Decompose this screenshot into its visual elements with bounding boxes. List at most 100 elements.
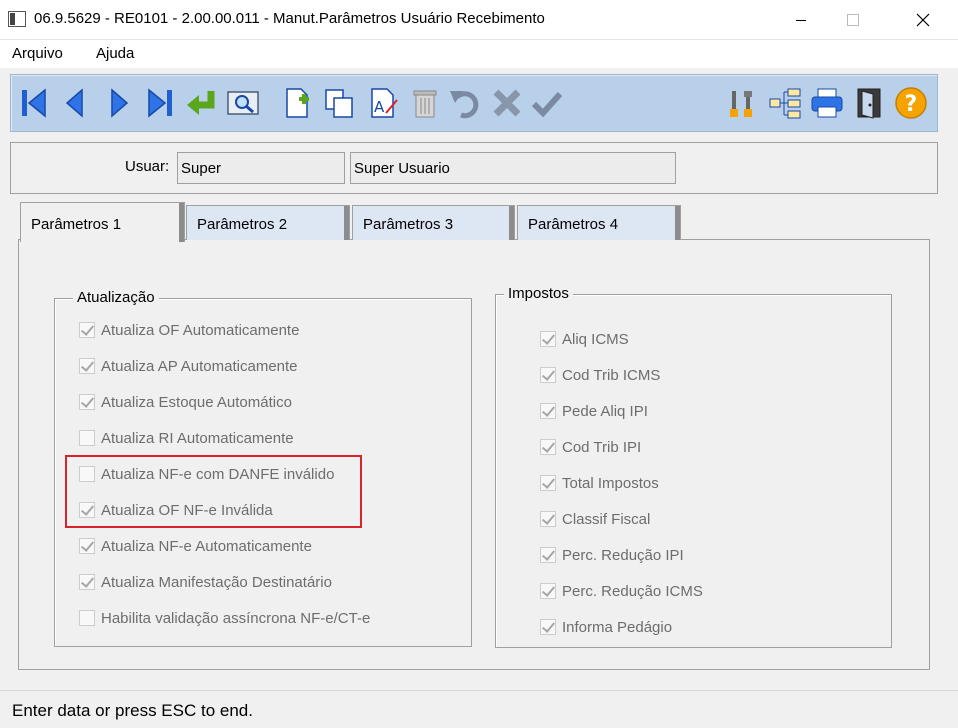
- checkbox-box[interactable]: [79, 430, 95, 446]
- tools-icon: [730, 91, 752, 117]
- tab-parametros-4[interactable]: Parâmetros 4: [517, 205, 681, 240]
- tab-parametros-1[interactable]: Parâmetros 1: [20, 202, 185, 242]
- checkbox-box[interactable]: [540, 439, 556, 455]
- minimize-icon: [796, 20, 806, 21]
- tab-label: Parâmetros 3: [363, 216, 454, 233]
- checkbox-atualiza-of[interactable]: Atualiza OF Automaticamente: [79, 320, 299, 340]
- maximize-button[interactable]: [822, 0, 884, 40]
- checkbox-label: Atualiza Manifestação Destinatário: [101, 573, 332, 591]
- checkbox-atualiza-estoque[interactable]: Atualiza Estoque Automático: [79, 392, 292, 412]
- exit-button[interactable]: [851, 85, 887, 121]
- tab-label: Parâmetros 2: [197, 216, 288, 233]
- checkbox-box[interactable]: [540, 583, 556, 599]
- close-button[interactable]: [892, 0, 954, 40]
- tools-button[interactable]: [723, 85, 759, 121]
- menu-ajuda[interactable]: Ajuda: [96, 45, 134, 62]
- checkbox-label: Cod Trib ICMS: [562, 366, 661, 384]
- menu-arquivo[interactable]: Arquivo: [12, 45, 63, 62]
- checkbox-box[interactable]: [540, 547, 556, 563]
- copy-button[interactable]: [321, 85, 357, 121]
- checkbox-box[interactable]: [79, 574, 95, 590]
- title-bar: 06.9.5629 - RE0101 - 2.00.00.011 - Manut…: [0, 0, 958, 40]
- checkbox-label: Informa Pedágio: [562, 618, 673, 636]
- next-record-button[interactable]: [101, 85, 137, 121]
- checkbox-label: Atualiza NF-e Automaticamente: [101, 537, 312, 555]
- copy-icon: [325, 89, 353, 118]
- checkbox-box[interactable]: [540, 367, 556, 383]
- checkbox-total-impostos[interactable]: Total Impostos: [540, 473, 659, 493]
- goto-button[interactable]: [183, 85, 219, 121]
- last-record-icon: [148, 88, 172, 118]
- first-record-button[interactable]: [17, 85, 53, 121]
- user-panel: Usuar: Super Super Usuario: [10, 142, 938, 194]
- checkbox-habilita-validacao[interactable]: Habilita validação assíncrona NF-e/CT-e: [79, 608, 370, 628]
- checkbox-box[interactable]: [79, 394, 95, 410]
- user-label: Usuar:: [125, 158, 170, 175]
- help-icon: ?: [895, 87, 927, 119]
- impostos-title: Impostos: [504, 285, 573, 302]
- checkbox-box[interactable]: [540, 619, 556, 635]
- checkbox-box[interactable]: [540, 403, 556, 419]
- search-icon: [227, 91, 259, 115]
- close-icon: [916, 13, 930, 27]
- checkbox-label: Aliq ICMS: [562, 330, 629, 348]
- checkbox-box[interactable]: [79, 322, 95, 338]
- checkbox-cod-trib-ipi[interactable]: Cod Trib IPI: [540, 437, 641, 457]
- svg-text:A: A: [374, 98, 385, 116]
- checkbox-informa-pedagio[interactable]: Informa Pedágio: [540, 617, 672, 637]
- print-icon: [811, 88, 843, 118]
- checkbox-label: Atualiza AP Automaticamente: [101, 357, 298, 375]
- tree-icon: [769, 88, 801, 119]
- undo-button[interactable]: [447, 85, 483, 121]
- checkbox-atualiza-ri[interactable]: Atualiza RI Automaticamente: [79, 428, 294, 448]
- delete-button[interactable]: [407, 85, 443, 121]
- checkbox-atualiza-nfe-auto[interactable]: Atualiza NF-e Automaticamente: [79, 536, 312, 556]
- checkbox-atualiza-ap[interactable]: Atualiza AP Automaticamente: [79, 356, 298, 376]
- checkbox-box[interactable]: [540, 475, 556, 491]
- checkbox-atualiza-manifestacao[interactable]: Atualiza Manifestação Destinatário: [79, 572, 332, 592]
- user-code-field[interactable]: Super: [177, 152, 345, 184]
- checkbox-pede-aliq-ipi[interactable]: Pede Aliq IPI: [540, 401, 648, 421]
- checkbox-box[interactable]: [79, 538, 95, 554]
- edit-button[interactable]: A: [365, 85, 401, 121]
- window-title: 06.9.5629 - RE0101 - 2.00.00.011 - Manut…: [34, 10, 545, 27]
- checkbox-classif-fiscal[interactable]: Classif Fiscal: [540, 509, 650, 529]
- tab-parametros-3[interactable]: Parâmetros 3: [352, 205, 515, 240]
- save-button[interactable]: [529, 85, 565, 121]
- checkbox-box[interactable]: [540, 511, 556, 527]
- goto-icon: [187, 91, 215, 115]
- new-record-button[interactable]: [279, 85, 315, 121]
- checkbox-perc-reducao-ipi[interactable]: Perc. Redução IPI: [540, 545, 684, 565]
- checkbox-box[interactable]: [540, 331, 556, 347]
- user-name-field[interactable]: Super Usuario: [350, 152, 676, 184]
- status-bar: Enter data or press ESC to end.: [0, 690, 958, 728]
- last-record-button[interactable]: [141, 85, 177, 121]
- checkbox-perc-reducao-icms[interactable]: Perc. Redução ICMS: [540, 581, 703, 601]
- checkbox-label: Atualiza OF Automaticamente: [101, 321, 300, 339]
- checkbox-label: Total Impostos: [562, 474, 659, 492]
- print-button[interactable]: [809, 85, 845, 121]
- checkbox-box[interactable]: [79, 358, 95, 374]
- previous-record-button[interactable]: [57, 85, 93, 121]
- highlight-annotation: [65, 455, 362, 528]
- checkbox-label: Pede Aliq IPI: [562, 402, 648, 420]
- tab-label: Parâmetros 4: [528, 216, 619, 233]
- checkbox-label: Perc. Redução IPI: [562, 546, 684, 564]
- menu-bar: Arquivo Ajuda: [0, 40, 958, 68]
- checkbox-aliq-icms[interactable]: Aliq ICMS: [540, 329, 629, 349]
- cancel-button[interactable]: [489, 85, 525, 121]
- checkbox-cod-trib-icms[interactable]: Cod Trib ICMS: [540, 365, 660, 385]
- search-button[interactable]: [225, 85, 261, 121]
- app-icon: [8, 11, 26, 27]
- tab-parametros-2[interactable]: Parâmetros 2: [186, 205, 350, 240]
- next-record-icon: [111, 88, 129, 118]
- first-record-icon: [22, 88, 46, 118]
- edit-icon: A: [371, 88, 398, 118]
- checkbox-label: Habilita validação assíncrona NF-e/CT-e: [101, 609, 371, 627]
- tree-button[interactable]: [767, 85, 803, 121]
- tab-label: Parâmetros 1: [31, 216, 122, 233]
- checkbox-box[interactable]: [79, 610, 95, 626]
- help-button[interactable]: ?: [893, 85, 929, 121]
- delete-icon: [413, 90, 437, 118]
- svg-text:?: ?: [905, 92, 918, 117]
